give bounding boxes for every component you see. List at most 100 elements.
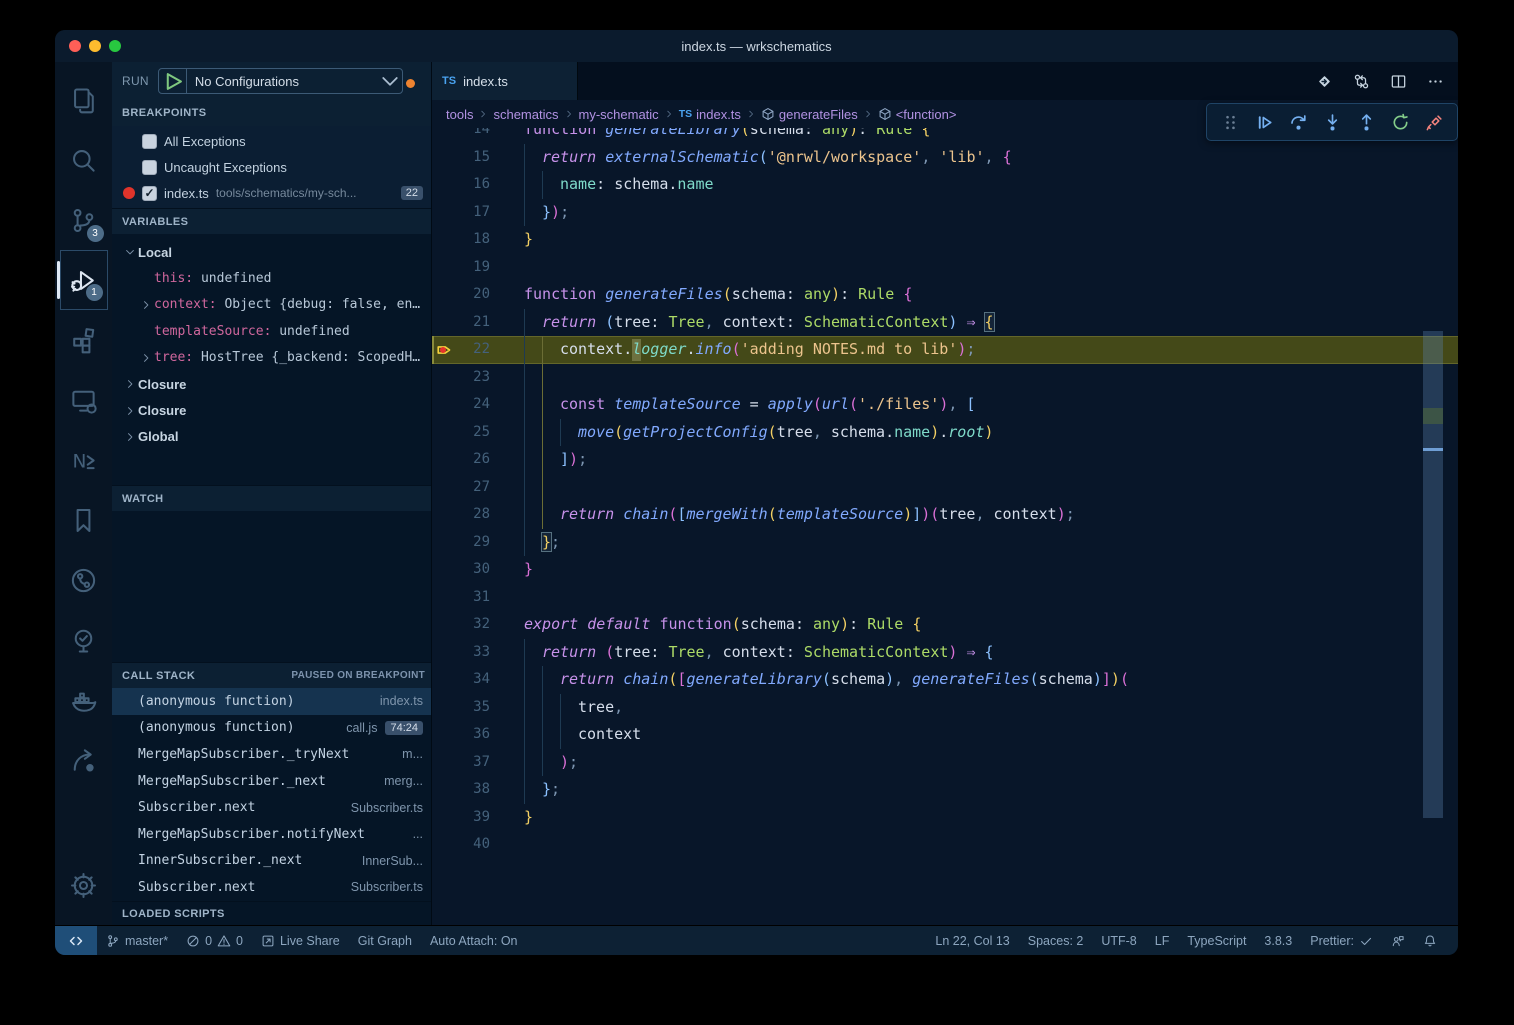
- breakpoint-row[interactable]: All Exceptions: [112, 128, 431, 154]
- statusbar-notifications[interactable]: [1414, 926, 1446, 955]
- activity-bar-item-search[interactable]: [60, 130, 108, 190]
- gutter[interactable]: 38: [432, 776, 524, 804]
- gutter[interactable]: 39: [432, 804, 524, 832]
- statusbar-feedback[interactable]: [1382, 926, 1414, 955]
- continue-button[interactable]: [1251, 109, 1277, 135]
- variables-scope-row[interactable]: Closure: [112, 397, 431, 423]
- code-line[interactable]: 39}: [432, 804, 1458, 832]
- call-stack-frame[interactable]: MergeMapSubscriber._nextmerg...: [112, 768, 431, 795]
- gutter[interactable]: 36: [432, 721, 524, 749]
- gutter[interactable]: 25: [432, 419, 524, 447]
- breakpoint-row[interactable]: ✓index.tstools/schematics/my-sch...22: [112, 180, 431, 206]
- activity-bar-item-docker[interactable]: [60, 670, 108, 730]
- variable-row[interactable]: templateSource: undefined: [112, 318, 431, 344]
- statusbar-ts-version[interactable]: 3.8.3: [1255, 926, 1301, 955]
- gutter[interactable]: 21: [432, 309, 524, 337]
- activity-bar-item-explorer[interactable]: [60, 70, 108, 130]
- code-line[interactable]: 33return (tree: Tree, context: Schematic…: [432, 639, 1458, 667]
- code-line[interactable]: 26]);: [432, 446, 1458, 474]
- code-line[interactable]: 16name: schema.name: [432, 171, 1458, 199]
- variables-scope-row[interactable]: Local: [112, 239, 431, 265]
- gutter[interactable]: 34: [432, 666, 524, 694]
- gutter[interactable]: 15: [432, 144, 524, 172]
- activity-bar-item-bookmarks[interactable]: [60, 490, 108, 550]
- call-stack-frame[interactable]: MergeMapSubscriber.notifyNext...: [112, 821, 431, 848]
- statusbar-encoding[interactable]: UTF-8: [1092, 926, 1145, 955]
- activity-bar-item-nx-console[interactable]: N: [60, 430, 108, 490]
- split-editor-icon[interactable]: [1390, 73, 1407, 90]
- statusbar-indentation[interactable]: Spaces: 2: [1019, 926, 1093, 955]
- disconnect-button[interactable]: [1421, 109, 1447, 135]
- code-line[interactable]: 34return chain([generateLibrary(schema),…: [432, 666, 1458, 694]
- start-debug-icon[interactable]: [159, 69, 187, 93]
- activity-bar-item-test-explorer[interactable]: [60, 610, 108, 670]
- gutter[interactable]: 31: [432, 584, 524, 612]
- variables-scope-row[interactable]: Closure: [112, 371, 431, 397]
- gutter[interactable]: 33: [432, 639, 524, 667]
- gutter[interactable]: 32: [432, 611, 524, 639]
- statusbar-prettier[interactable]: Prettier:: [1301, 926, 1382, 955]
- call-stack-frame[interactable]: (anonymous function)index.ts: [112, 688, 431, 715]
- activity-bar-item-extensions[interactable]: [60, 310, 108, 370]
- call-stack-frame[interactable]: Subscriber.nextSubscriber.ts: [112, 794, 431, 821]
- gutter[interactable]: 14: [432, 128, 524, 144]
- breakpoint-checkbox[interactable]: [142, 160, 157, 175]
- maximize-window-button[interactable]: [109, 40, 121, 52]
- scrollbar-thumb[interactable]: [1423, 331, 1443, 818]
- activity-bar-item-settings-gear[interactable]: [60, 855, 108, 915]
- code-line[interactable]: 38};: [432, 776, 1458, 804]
- scrollbar[interactable]: [1423, 128, 1443, 925]
- code-line[interactable]: 30}: [432, 556, 1458, 584]
- activity-bar-item-git-graph[interactable]: [60, 550, 108, 610]
- code-line[interactable]: 31: [432, 584, 1458, 612]
- code-line[interactable]: 40: [432, 831, 1458, 859]
- gutter[interactable]: 23: [432, 364, 524, 392]
- open-changes-icon[interactable]: [1316, 73, 1333, 90]
- variable-row[interactable]: this: undefined: [112, 265, 431, 291]
- minimize-window-button[interactable]: [89, 40, 101, 52]
- statusbar-remote-indicator[interactable]: [55, 926, 97, 955]
- gutter[interactable]: 40: [432, 831, 524, 859]
- gutter[interactable]: 19: [432, 254, 524, 282]
- close-window-button[interactable]: [69, 40, 81, 52]
- code-line[interactable]: 15return externalSchematic('@nrwl/worksp…: [432, 144, 1458, 172]
- code-line[interactable]: 20function generateFiles(schema: any): R…: [432, 281, 1458, 309]
- gutter[interactable]: 24: [432, 391, 524, 419]
- restart-button[interactable]: [1387, 109, 1413, 135]
- gutter[interactable]: 35: [432, 694, 524, 722]
- gutter[interactable]: 17: [432, 199, 524, 227]
- code-line[interactable]: 18}: [432, 226, 1458, 254]
- call-stack-section-header[interactable]: CALL STACK PAUSED ON BREAKPOINT: [112, 662, 431, 688]
- call-stack-frame[interactable]: (anonymous function)call.js74:24: [112, 715, 431, 742]
- statusbar-git-branch[interactable]: master*: [97, 926, 177, 955]
- code-line[interactable]: 37);: [432, 749, 1458, 777]
- code-line[interactable]: 27: [432, 474, 1458, 502]
- gutter[interactable]: 22: [432, 336, 524, 364]
- breadcrumb-item[interactable]: my-schematic: [579, 107, 659, 122]
- code-line-current[interactable]: 22context.logger.info('adding NOTES.md t…: [432, 336, 1458, 364]
- step-into-button[interactable]: [1319, 109, 1345, 135]
- gutter[interactable]: 28: [432, 501, 524, 529]
- activity-bar-item-source-control[interactable]: 3: [60, 190, 108, 250]
- variable-row[interactable]: tree: HostTree {_backend: ScopedH…: [112, 345, 431, 371]
- statusbar-problems[interactable]: 00: [177, 926, 252, 955]
- code-line[interactable]: 17});: [432, 199, 1458, 227]
- step-out-button[interactable]: [1353, 109, 1379, 135]
- gutter[interactable]: 27: [432, 474, 524, 502]
- code-line[interactable]: 19: [432, 254, 1458, 282]
- grip-button[interactable]: [1217, 109, 1243, 135]
- variable-row[interactable]: context: Object {debug: false, en…: [112, 292, 431, 318]
- git-compare-icon[interactable]: [1353, 73, 1370, 90]
- breadcrumb-item[interactable]: schematics: [493, 107, 558, 122]
- gutter[interactable]: 30: [432, 556, 524, 584]
- gutter[interactable]: 37: [432, 749, 524, 777]
- code-line[interactable]: 29};: [432, 529, 1458, 557]
- activity-bar-item-remote-explorer[interactable]: [60, 370, 108, 430]
- code-line[interactable]: 23: [432, 364, 1458, 392]
- gutter[interactable]: 26: [432, 446, 524, 474]
- statusbar-auto-attach[interactable]: Auto Attach: On: [421, 926, 527, 955]
- statusbar-live-share[interactable]: Live Share: [252, 926, 349, 955]
- call-stack-frame[interactable]: Subscriber.nextSubscriber.ts: [112, 874, 431, 901]
- gutter[interactable]: 16: [432, 171, 524, 199]
- statusbar-eol[interactable]: LF: [1146, 926, 1179, 955]
